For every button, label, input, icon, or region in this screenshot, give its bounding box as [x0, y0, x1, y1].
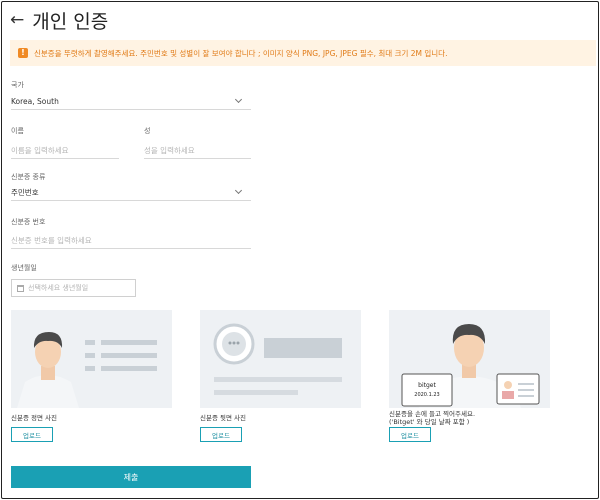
selfie-person-icon: bitget 2020.1.23: [389, 310, 550, 408]
page-title: 개인 인증: [32, 10, 109, 33]
first-name-input[interactable]: 이름을 입력하세요: [11, 143, 119, 159]
page-header: ← 개인 인증: [10, 6, 108, 34]
id-number-input[interactable]: 신분증 번호를 입력하세요: [11, 233, 251, 249]
id-front-illustration: [11, 310, 172, 408]
birth-date-picker[interactable]: 선택하세요 생년월일: [11, 279, 136, 297]
last-name-placeholder: 성을 입력하세요: [144, 146, 195, 155]
id-number-label: 신분증 번호: [11, 218, 46, 226]
upload-front-button[interactable]: 업로드: [11, 427, 53, 442]
warning-icon: !: [18, 48, 28, 58]
id-type-label: 신분증 종류: [11, 173, 46, 181]
id-type-select[interactable]: 주민번호: [11, 185, 251, 201]
window-frame: [1, 1, 599, 499]
chevron-down-icon: [234, 186, 243, 195]
id-front-person-icon: [11, 310, 172, 408]
chevron-down-icon: [234, 95, 243, 104]
first-name-placeholder: 이름을 입력하세요: [11, 146, 69, 155]
birth-date-placeholder: 선택하세요 생년월일: [28, 284, 89, 292]
last-name-label: 성: [144, 127, 151, 135]
notice-banner: ! 신분증을 뚜렷하게 촬영해주세요. 주민번호 및 성별이 잘 보여야 합니다…: [10, 40, 596, 66]
first-name-label: 이름: [11, 127, 24, 135]
upload-back-button[interactable]: 업로드: [200, 427, 242, 442]
id-back-card-icon: [200, 310, 361, 408]
upload-caption-front: 신분증 정면 사진: [11, 414, 57, 422]
selfie-brand-text: bitget: [418, 382, 436, 389]
country-label: 국가: [11, 81, 24, 89]
birth-date-label: 생년월일: [11, 264, 37, 272]
back-arrow-icon[interactable]: ←: [10, 11, 24, 29]
country-value: Korea, South: [11, 97, 59, 106]
upload-caption-selfie: 신분증을 손에 들고 찍어주세요. ('Bitget' 와 당일 날짜 포함 ): [389, 410, 476, 426]
notice-text: 신분증을 뚜렷하게 촬영해주세요. 주민번호 및 성별이 잘 보여야 합니다 ;…: [34, 48, 448, 58]
selfie-date-text: 2020.1.23: [414, 392, 439, 398]
upload-selfie-button[interactable]: 업로드: [389, 427, 431, 442]
country-select[interactable]: Korea, South: [11, 94, 251, 110]
selfie-illustration: bitget 2020.1.23: [389, 310, 550, 408]
id-type-value: 주민번호: [11, 188, 39, 197]
id-number-placeholder: 신분증 번호를 입력하세요: [11, 236, 92, 245]
id-back-illustration: [200, 310, 361, 408]
calendar-icon: [17, 284, 24, 292]
last-name-input[interactable]: 성을 입력하세요: [144, 143, 251, 159]
submit-button[interactable]: 제출: [11, 466, 251, 488]
upload-caption-back: 신분증 뒷면 사진: [200, 414, 246, 422]
